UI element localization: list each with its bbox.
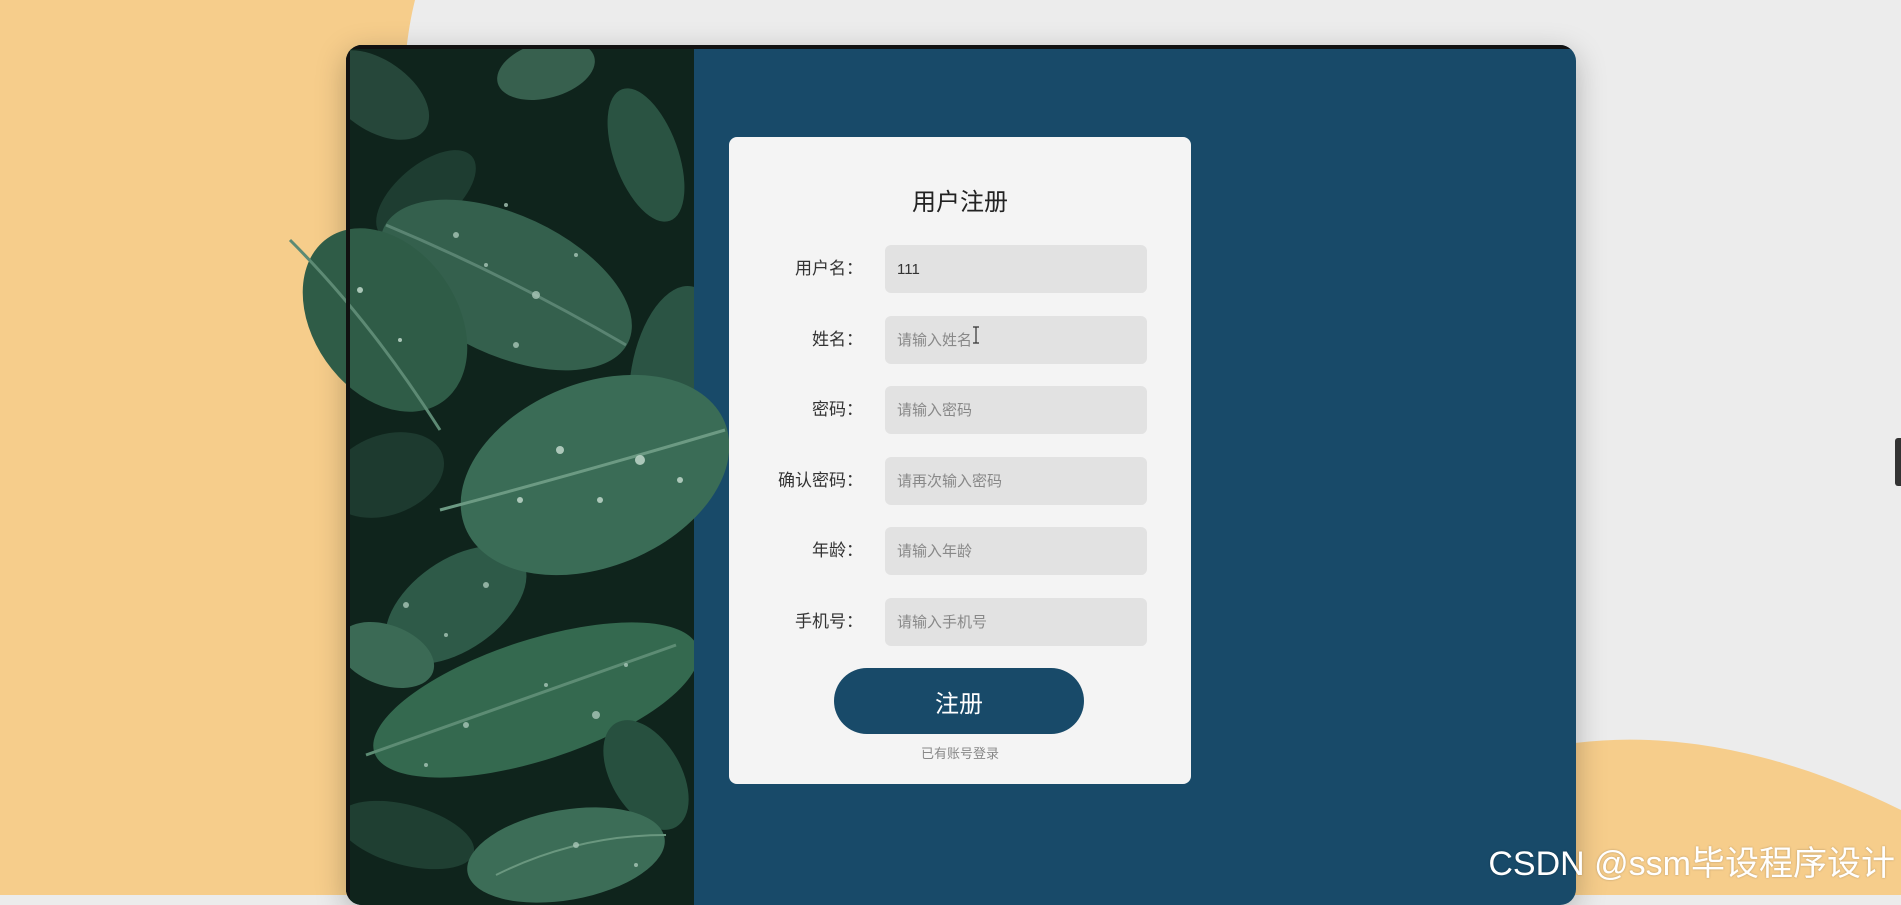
phone-label: 手机号：: [795, 612, 863, 631]
phone-row: 手机号：: [729, 598, 1191, 646]
username-row: 用户名：: [729, 245, 1191, 293]
name-row: 姓名：: [729, 316, 1191, 364]
age-input[interactable]: [885, 527, 1147, 575]
leaf-image: [346, 45, 694, 905]
register-form-card: 用户注册 用户名： 姓名： 密码： 确认密码： 年龄： 手机号： 注册 已有账号…: [729, 137, 1191, 784]
password-label: 密码：: [812, 400, 863, 419]
username-label: 用户名：: [795, 259, 863, 278]
confirm-password-row: 确认密码：: [729, 457, 1191, 505]
confirm-password-input[interactable]: [885, 457, 1147, 505]
age-row: 年龄：: [729, 527, 1191, 575]
text-cursor-icon: [973, 326, 979, 344]
login-link[interactable]: 已有账号登录: [729, 743, 1191, 762]
username-input[interactable]: [885, 245, 1147, 293]
register-button[interactable]: 注册: [834, 668, 1084, 734]
confirm-password-label: 确认密码：: [778, 471, 863, 490]
scrollbar-handle[interactable]: [1895, 438, 1901, 486]
age-label: 年龄：: [812, 541, 863, 560]
phone-input[interactable]: [885, 598, 1147, 646]
name-label: 姓名：: [812, 330, 863, 349]
watermark-text: CSDN @ssm毕设程序设计: [1488, 845, 1895, 883]
password-row: 密码：: [729, 386, 1191, 434]
password-input[interactable]: [885, 386, 1147, 434]
form-title: 用户注册: [912, 189, 1008, 216]
name-input[interactable]: [885, 316, 1147, 364]
